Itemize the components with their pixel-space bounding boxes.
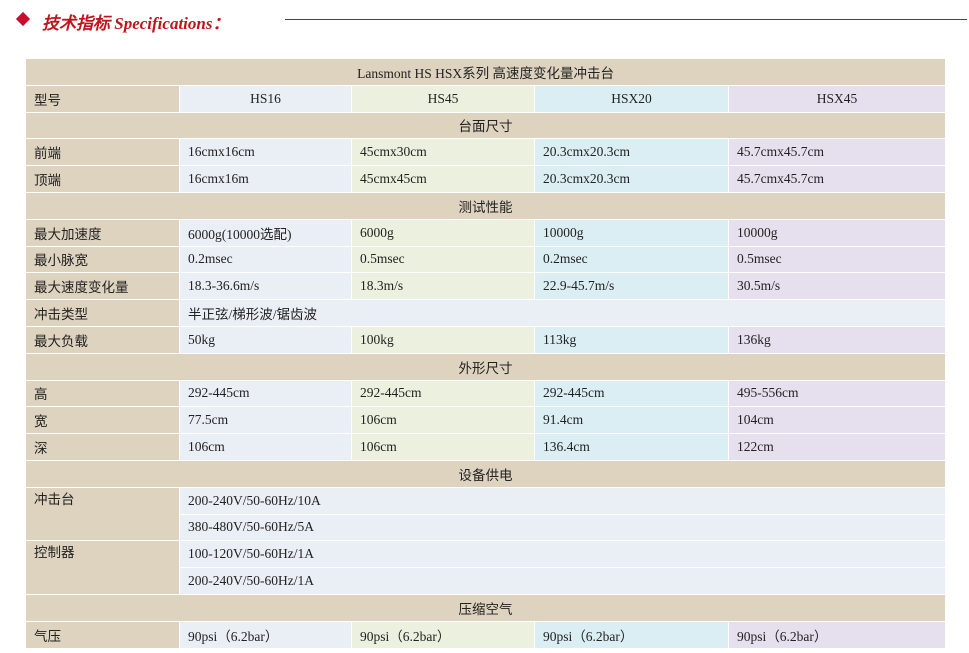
section-header-row: 外形尺寸 <box>24 352 947 381</box>
model-hs45: HS45 <box>351 84 535 113</box>
row-label: 顶端 <box>25 165 180 193</box>
row-label: 最小脉宽 <box>25 245 180 274</box>
cell-hs16: 0.2msec <box>179 245 352 274</box>
row-label: 气压 <box>25 620 180 649</box>
cell-hsx45: 90psi（6.2bar） <box>727 620 947 649</box>
row-label: 前端 <box>25 138 180 167</box>
cell-hs45: 18.3m/s <box>351 272 535 301</box>
section-header-row: 测试性能 <box>24 191 947 220</box>
table-title-row: Lansmont HS HSX系列 高速度变化量冲击台 <box>24 58 947 86</box>
cell-hsx20: 20.3cmx20.3cm <box>534 138 729 167</box>
cell-hsx20: 10000g <box>534 218 729 247</box>
cell-hsx20: 20.3cmx20.3cm <box>534 165 729 193</box>
cell-hs16: 106cm <box>179 433 352 461</box>
cell-hs16: 18.3-36.6m/s <box>179 272 352 301</box>
cell-hs16: 90psi（6.2bar） <box>179 620 352 649</box>
row-label: 高 <box>25 379 180 408</box>
section-header-row: 设备供电 <box>24 459 947 488</box>
cell-hs45: 90psi（6.2bar） <box>351 620 535 649</box>
row-label: 冲击类型 <box>25 299 180 327</box>
row-label: 宽 <box>25 406 180 435</box>
cell-hsx20: 113kg <box>534 325 729 354</box>
cell-power-line: 200-240V/50-60Hz/10A <box>178 486 947 515</box>
cell-hsx45: 495-556cm <box>727 379 947 408</box>
cell-hsx20: 91.4cm <box>534 406 729 435</box>
row-label: 深 <box>25 433 180 461</box>
model-hsx45: HSX45 <box>727 84 947 113</box>
cell-hs16: 6000g(10000选配) <box>179 218 352 247</box>
table-row: 冲击类型 半正弦/梯形波/锯齿波 <box>25 299 947 327</box>
section-title-table-size: 台面尺寸 <box>24 111 947 140</box>
table-row: 最小脉宽 0.2msec 0.5msec 0.2msec 0.5msec <box>25 245 947 274</box>
table-row: 最大负载 50kg 100kg 113kg 136kg <box>25 325 947 354</box>
cell-hsx45: 45.7cmx45.7cm <box>727 165 947 193</box>
heading-title: 技术指标 Specifications： <box>42 14 230 33</box>
row-label: 最大加速度 <box>25 218 180 247</box>
cell-hsx45: 104cm <box>727 406 947 435</box>
cell-hs45: 45cmx45cm <box>351 165 535 193</box>
row-label: 最大速度变化量 <box>25 272 180 301</box>
table-title: Lansmont HS HSX系列 高速度变化量冲击台 <box>24 58 947 86</box>
table-row: 宽 77.5cm 106cm 91.4cm 104cm <box>25 406 947 435</box>
cell-shock-type: 半正弦/梯形波/锯齿波 <box>178 299 947 327</box>
cell-hs45: 100kg <box>351 325 535 354</box>
section-title-performance: 测试性能 <box>24 191 947 220</box>
row-label: 最大负载 <box>25 325 180 354</box>
cell-hs16: 16cmx16cm <box>179 138 352 167</box>
cell-power-line: 380-480V/50-60Hz/5A <box>178 513 947 542</box>
section-title-air: 压缩空气 <box>24 593 947 622</box>
cell-hsx45: 10000g <box>727 218 947 247</box>
cell-hs45: 0.5msec <box>351 245 535 274</box>
model-hs16: HS16 <box>179 84 352 113</box>
cell-hs16: 16cmx16m <box>179 165 352 193</box>
model-hsx20: HSX20 <box>534 84 729 113</box>
diamond-bullet-icon <box>15 11 31 27</box>
table-row: 控制器 100-120V/50-60Hz/1A <box>25 540 947 595</box>
cell-hsx45: 0.5msec <box>727 245 947 274</box>
table-row: 冲击台 200-240V/50-60Hz/10A <box>25 486 947 542</box>
table-row: 气压 90psi（6.2bar） 90psi（6.2bar） 90psi（6.2… <box>25 620 947 649</box>
cell-hs16: 77.5cm <box>179 406 352 435</box>
specifications-table: Lansmont HS HSX系列 高速度变化量冲击台 型号 HS16 HS45… <box>24 58 947 649</box>
cell-hs16: 292-445cm <box>179 379 352 408</box>
table-row: 前端 16cmx16cm 45cmx30cm 20.3cmx20.3cm 45.… <box>25 138 947 167</box>
cell-hsx20: 292-445cm <box>534 379 729 408</box>
row-label-machine: 冲击台 <box>25 486 180 542</box>
model-label: 型号 <box>25 84 180 113</box>
cell-hs16: 50kg <box>179 325 352 354</box>
cell-power-line: 200-240V/50-60Hz/1A <box>178 567 947 595</box>
cell-hsx20: 90psi（6.2bar） <box>534 620 729 649</box>
cell-hsx45: 30.5m/s <box>727 272 947 301</box>
section-title-power: 设备供电 <box>24 459 947 488</box>
section-header-row: 台面尺寸 <box>24 111 947 140</box>
table-row: 深 106cm 106cm 136.4cm 122cm <box>25 433 947 461</box>
cell-hs45: 106cm <box>351 406 535 435</box>
section-title-dimensions: 外形尺寸 <box>24 352 947 381</box>
cell-hs45: 292-445cm <box>351 379 535 408</box>
cell-hsx45: 122cm <box>727 433 947 461</box>
row-label-controller: 控制器 <box>25 540 180 595</box>
cell-hs45: 106cm <box>351 433 535 461</box>
cell-hs45: 45cmx30cm <box>351 138 535 167</box>
section-heading: 技术指标 Specifications： <box>12 8 967 34</box>
table-row: 最大加速度 6000g(10000选配) 6000g 10000g 10000g <box>25 218 947 247</box>
table-row: 最大速度变化量 18.3-36.6m/s 18.3m/s 22.9-45.7m/… <box>25 272 947 301</box>
table-row: 顶端 16cmx16m 45cmx45cm 20.3cmx20.3cm 45.7… <box>25 165 947 193</box>
cell-hs45: 6000g <box>351 218 535 247</box>
cell-hsx45: 45.7cmx45.7cm <box>727 138 947 167</box>
table-row: 高 292-445cm 292-445cm 292-445cm 495-556c… <box>25 379 947 408</box>
cell-hsx20: 0.2msec <box>534 245 729 274</box>
section-header-row: 压缩空气 <box>24 593 947 622</box>
cell-hsx20: 22.9-45.7m/s <box>534 272 729 301</box>
cell-hsx45: 136kg <box>727 325 947 354</box>
heading-divider <box>285 19 967 20</box>
cell-power-line: 100-120V/50-60Hz/1A <box>178 540 947 569</box>
cell-hsx20: 136.4cm <box>534 433 729 461</box>
model-row: 型号 HS16 HS45 HSX20 HSX45 <box>25 84 947 113</box>
